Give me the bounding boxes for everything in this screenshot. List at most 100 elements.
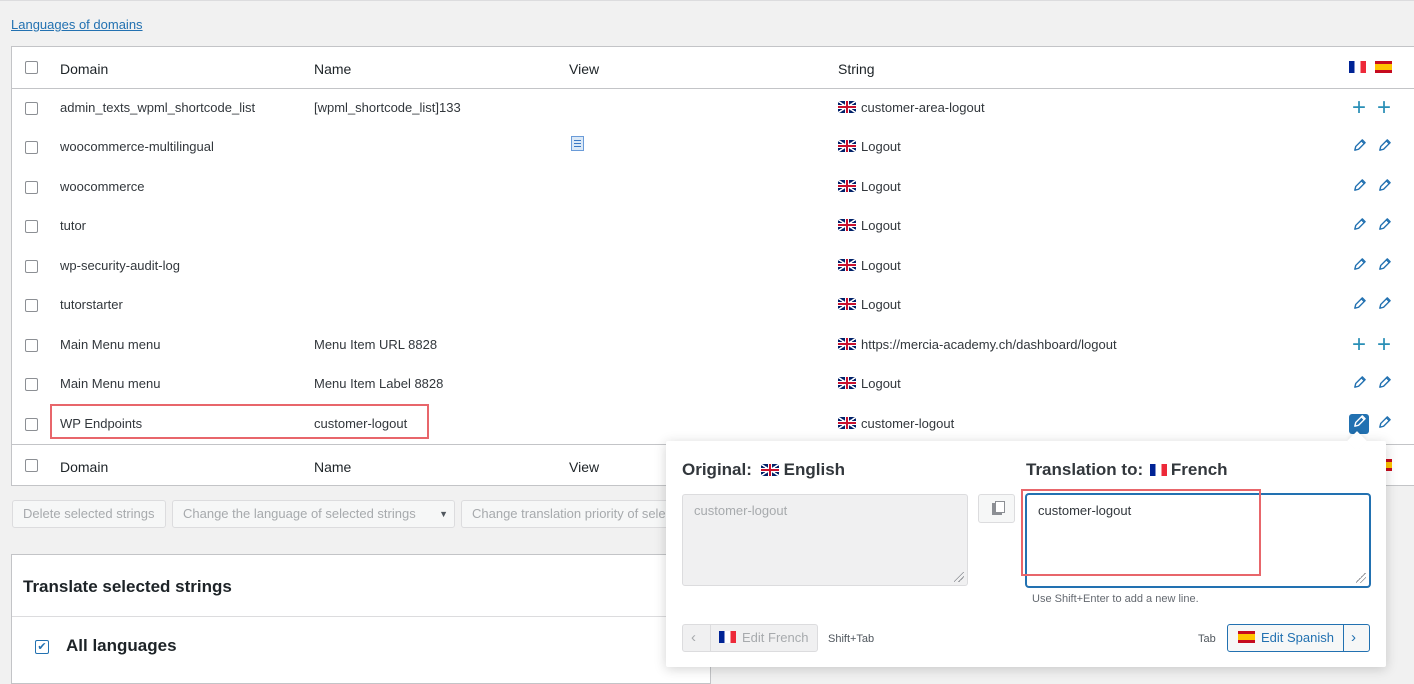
add-translation-fr-icon[interactable]: +	[1350, 96, 1368, 120]
original-title: Original: English	[682, 460, 845, 480]
edit-translation-es-icon[interactable]	[1375, 138, 1393, 156]
table-row: woocommerce Logout	[12, 167, 1414, 207]
string-cell: Logout	[838, 139, 901, 154]
edit-translation-es-icon[interactable]	[1375, 178, 1393, 196]
string-cell: Logout	[838, 297, 901, 312]
edit-translation-es-icon[interactable]	[1375, 375, 1393, 393]
edit-translation-fr-icon[interactable]	[1350, 257, 1368, 275]
delete-selected-button[interactable]: Delete selected strings	[12, 500, 166, 528]
edit-translation-fr-icon[interactable]	[1350, 138, 1368, 156]
edit-translation-fr-icon[interactable]	[1350, 375, 1368, 393]
chevron-left-icon: ‹	[691, 629, 696, 646]
table-row: tutor Logout	[12, 206, 1414, 246]
column-string[interactable]: String	[838, 61, 875, 77]
uk-flag-icon	[838, 298, 856, 310]
edit-translation-es-icon[interactable]	[1375, 296, 1393, 314]
string-text: customer-area-logout	[861, 100, 985, 115]
edit-french-label: Edit French	[742, 630, 809, 645]
highlight-row-annotation	[50, 404, 429, 439]
all-languages-checkbox[interactable]: ✔	[35, 640, 49, 654]
domain-cell: Main Menu menu	[60, 337, 161, 352]
table-row: Main Menu menu Menu Item URL 8828 https://…	[12, 325, 1414, 365]
edit-spanish-label: Edit Spanish	[1261, 630, 1334, 645]
string-text: customer-logout	[861, 416, 955, 431]
french-flag-icon	[1149, 464, 1167, 476]
edit-translation-es-icon[interactable]	[1375, 415, 1393, 433]
string-text: Logout	[861, 258, 901, 273]
name-cell: Menu Item URL 8828	[314, 337, 438, 352]
edit-translation-fr-icon[interactable]	[1350, 217, 1368, 235]
translation-title: Translation to: French	[1026, 460, 1228, 480]
name-cell: Menu Item Label 8828	[314, 376, 444, 391]
uk-flag-icon	[838, 140, 856, 152]
edit-translation-fr-icon[interactable]	[1349, 414, 1369, 434]
edit-translation-es-icon[interactable]	[1375, 257, 1393, 275]
row-checkbox[interactable]	[25, 102, 38, 115]
edit-translation-es-icon[interactable]	[1375, 217, 1393, 235]
column-domain[interactable]: Domain	[60, 61, 108, 77]
row-checkbox[interactable]	[25, 378, 38, 391]
all-languages-label: All languages	[66, 636, 177, 655]
tab-hint: Tab	[1198, 633, 1216, 645]
string-text: Logout	[861, 218, 901, 233]
domain-cell: tutorstarter	[60, 297, 123, 312]
change-language-select[interactable]: Change the language of selected strings …	[172, 500, 455, 528]
row-checkbox[interactable]	[25, 220, 38, 233]
table-row: wp-security-audit-log Logout	[12, 246, 1414, 286]
string-cell: https://mercia-academy.ch/dashboard/logo…	[838, 337, 1117, 352]
original-label: Original:	[682, 460, 752, 479]
table-header: Domain Name View String	[12, 47, 1414, 89]
string-text: Logout	[861, 139, 901, 154]
edit-translation-fr-icon[interactable]	[1350, 296, 1368, 314]
table-row: Main Menu menu Menu Item Label 8828 Logout	[12, 364, 1414, 404]
shift-tab-hint: Shift+Tab	[828, 633, 875, 645]
uk-flag-icon	[838, 338, 856, 350]
edit-french-button[interactable]: ‹ Edit French	[682, 624, 818, 652]
string-text: Logout	[861, 179, 901, 194]
column-name[interactable]: Name	[314, 61, 351, 77]
row-checkbox[interactable]	[25, 418, 38, 431]
add-translation-es-icon[interactable]: +	[1375, 333, 1393, 357]
select-all-checkbox-footer[interactable]	[25, 459, 38, 472]
copy-original-button[interactable]	[978, 494, 1015, 523]
domain-cell: woocommerce	[60, 179, 145, 194]
column-domain-footer[interactable]: Domain	[60, 459, 108, 475]
row-checkbox[interactable]	[25, 260, 38, 273]
string-cell: Logout	[838, 376, 901, 391]
french-flag-icon	[1349, 61, 1366, 73]
table-row: woocommerce-multilingual Logout	[12, 127, 1414, 167]
domain-cell: tutor	[60, 218, 87, 233]
string-cell: Logout	[838, 258, 901, 273]
spanish-flag-icon	[1238, 631, 1255, 643]
top-divider	[0, 0, 1414, 1]
add-translation-fr-icon[interactable]: +	[1350, 333, 1368, 357]
uk-flag-icon	[838, 259, 856, 271]
domain-cell: admin_texts_wpml_shortcode_list	[60, 100, 256, 115]
view-document-icon[interactable]	[571, 136, 584, 151]
add-translation-es-icon[interactable]: +	[1375, 96, 1393, 120]
resize-handle-icon[interactable]	[954, 572, 964, 582]
languages-of-domains-link[interactable]: Languages of domains	[11, 17, 143, 32]
uk-flag-icon	[760, 464, 779, 476]
original-language: English	[783, 460, 846, 479]
uk-flag-icon	[838, 417, 856, 429]
string-text: https://mercia-academy.ch/dashboard/logo…	[861, 337, 1117, 352]
translate-selected-panel: Translate selected strings ✔ All languag…	[11, 554, 711, 684]
row-checkbox[interactable]	[25, 299, 38, 312]
column-name-footer[interactable]: Name	[314, 459, 351, 475]
edit-translation-fr-icon[interactable]	[1350, 178, 1368, 196]
change-priority-select[interactable]: Change translation priority of sele	[461, 500, 681, 528]
select-all-checkbox[interactable]	[25, 61, 38, 74]
panel-divider	[12, 616, 710, 617]
row-checkbox[interactable]	[25, 339, 38, 352]
original-textarea: customer-logout	[682, 494, 968, 586]
domain-cell: woocommerce-multilingual	[60, 139, 214, 154]
column-view-footer: View	[569, 459, 600, 475]
uk-flag-icon	[838, 180, 856, 192]
row-checkbox[interactable]	[25, 181, 38, 194]
french-flag-icon	[719, 631, 736, 643]
chevron-down-icon: ▼	[439, 509, 448, 519]
resize-handle-icon[interactable]	[1356, 573, 1366, 583]
edit-spanish-button[interactable]: Edit Spanish ›	[1227, 624, 1370, 652]
row-checkbox[interactable]	[25, 141, 38, 154]
